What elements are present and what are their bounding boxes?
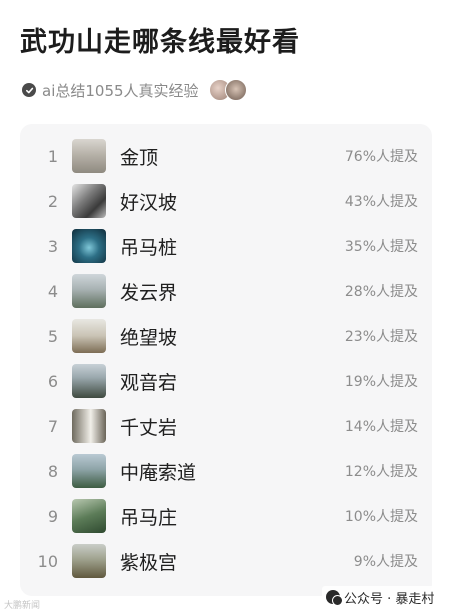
rank-number: 9	[47, 506, 58, 526]
slope-photo-thumbnail	[72, 184, 106, 218]
mention-percent: 9%人提及	[353, 554, 418, 570]
route-name: 绝望坡	[120, 326, 178, 349]
list-item[interactable]: 1 金顶 76%人提及	[20, 134, 432, 178]
mention-percent: 10%人提及	[344, 509, 418, 525]
wechat-icon	[326, 590, 343, 606]
list-item[interactable]: 9 吊马庄 10%人提及	[20, 494, 432, 538]
route-name: 中庵索道	[120, 461, 197, 484]
check-icon	[22, 83, 36, 97]
temple-photo-thumbnail	[72, 544, 106, 578]
summary-line: ai总结1055人真实经验	[22, 78, 247, 102]
rank-number: 4	[47, 281, 58, 301]
ridge-photo-thumbnail	[72, 274, 106, 308]
list-item[interactable]: 5 绝望坡 23%人提及	[20, 314, 432, 358]
route-name: 观音宕	[120, 371, 178, 394]
avatar	[224, 79, 247, 101]
watermark-text: 公众号 · 暴走村	[344, 591, 435, 607]
list-item[interactable]: 8 中庵索道 12%人提及	[20, 449, 432, 493]
list-item[interactable]: 4 发云界 28%人提及	[20, 269, 432, 313]
rank-number: 1	[47, 146, 58, 166]
rank-number: 6	[47, 371, 58, 391]
route-name: 发云界	[120, 281, 178, 304]
cableway-photo-thumbnail	[72, 454, 106, 488]
route-name: 金顶	[120, 146, 159, 169]
ranking-list: 1 金顶 76%人提及 2 好汉坡 43%人提及 3 吊马桩 35%人提及 4 …	[20, 124, 432, 596]
page-title: 武功山走哪条线最好看	[20, 27, 300, 58]
list-item[interactable]: 3 吊马桩 35%人提及	[20, 224, 432, 268]
route-name: 好汉坡	[120, 191, 178, 214]
mention-percent: 35%人提及	[344, 239, 418, 255]
rank-number: 8	[47, 461, 58, 481]
mention-percent: 19%人提及	[344, 374, 418, 390]
list-item[interactable]: 10 紫极宫 9%人提及	[20, 539, 432, 583]
list-item[interactable]: 2 好汉坡 43%人提及	[20, 179, 432, 223]
rank-number: 3	[47, 236, 58, 256]
trail-photo-thumbnail	[72, 319, 106, 353]
valley-photo-thumbnail	[72, 499, 106, 533]
mention-percent: 14%人提及	[344, 419, 418, 435]
app-screen: 武功山走哪条线最好看 ai总结1055人真实经验 1 金顶 76%人提及 2 好…	[0, 0, 450, 614]
rank-number: 10	[37, 551, 58, 571]
avatar-group[interactable]	[208, 79, 247, 101]
summary-text: ai总结1055人真实经验	[42, 81, 199, 100]
list-item[interactable]: 7 千丈岩 14%人提及	[20, 404, 432, 448]
mention-percent: 12%人提及	[344, 464, 418, 480]
mention-percent: 76%人提及	[344, 149, 418, 165]
watermark-left: 大鹏新闻	[4, 601, 41, 611]
list-item[interactable]: 6 观音宕 19%人提及	[20, 359, 432, 403]
route-name: 紫极宫	[120, 551, 178, 574]
summit-photo-thumbnail	[72, 139, 106, 173]
mention-percent: 28%人提及	[344, 284, 418, 300]
mountain-photo-thumbnail	[72, 364, 106, 398]
route-name: 千丈岩	[120, 416, 178, 439]
route-name: 吊马桩	[120, 236, 178, 259]
mention-percent: 23%人提及	[344, 329, 418, 345]
rank-number: 7	[47, 416, 58, 436]
cave-photo-thumbnail	[72, 229, 106, 263]
route-name: 吊马庄	[120, 506, 178, 529]
waterfall-photo-thumbnail	[72, 409, 106, 443]
watermark-right: 公众号 · 暴走村	[322, 586, 441, 608]
mention-percent: 43%人提及	[344, 194, 418, 210]
rank-number: 5	[47, 326, 58, 346]
rank-number: 2	[47, 191, 58, 211]
